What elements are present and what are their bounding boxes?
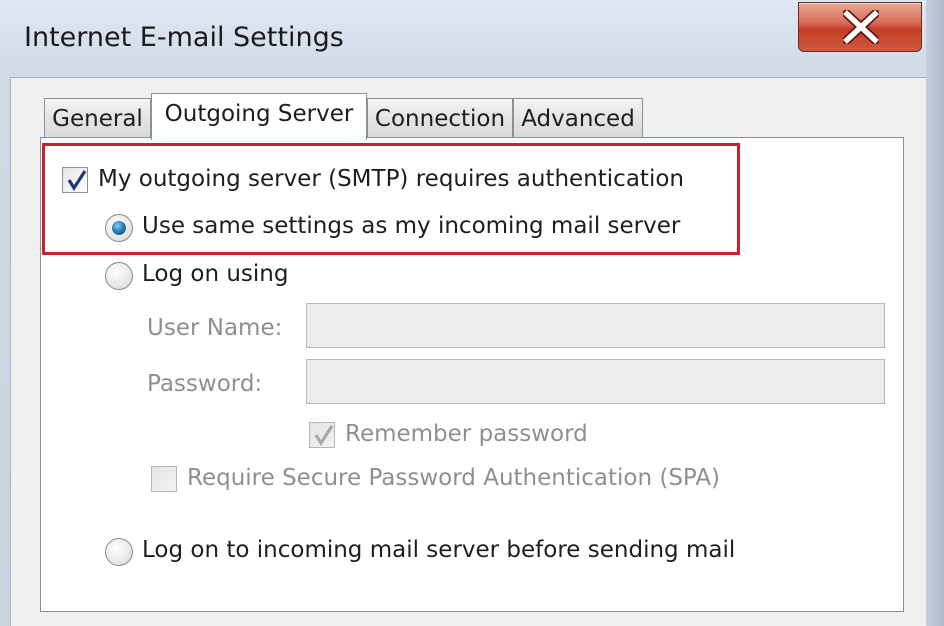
user-name-input[interactable]: [306, 303, 885, 348]
tab-advanced[interactable]: Advanced: [513, 98, 643, 139]
close-button[interactable]: [798, 2, 922, 52]
window-frame-edge: [926, 0, 944, 626]
checkmark-icon: [314, 425, 334, 446]
remember-password-checkbox[interactable]: [309, 422, 335, 448]
log-on-incoming-radio[interactable]: [105, 538, 133, 566]
remember-password-label: Remember password: [345, 421, 588, 447]
tab-outgoing-server[interactable]: Outgoing Server: [151, 93, 367, 140]
tab-general[interactable]: General: [44, 98, 151, 139]
smtp-auth-checkbox[interactable]: [62, 167, 88, 193]
close-icon: [843, 10, 879, 44]
spa-checkbox[interactable]: [151, 466, 177, 492]
user-name-label: User Name:: [147, 315, 283, 341]
log-on-incoming-label: Log on to incoming mail server before se…: [142, 537, 736, 563]
checkmark-icon: [67, 170, 87, 191]
tab-connection[interactable]: Connection: [367, 98, 513, 139]
window-title: Internet E-mail Settings: [24, 22, 344, 53]
spa-label: Require Secure Password Authentication (…: [187, 465, 721, 491]
radio-selected-dot: [112, 221, 126, 235]
use-same-settings-label: Use same settings as my incoming mail se…: [142, 213, 681, 239]
log-on-using-radio[interactable]: [105, 262, 133, 290]
use-same-settings-radio[interactable]: [105, 214, 133, 242]
log-on-using-label: Log on using: [142, 261, 289, 287]
password-label: Password:: [147, 371, 263, 397]
password-input[interactable]: [306, 359, 885, 404]
dialog-window: Internet E-mail Settings General Outgoin…: [0, 0, 944, 626]
smtp-auth-label: My outgoing server (SMTP) requires authe…: [98, 166, 684, 192]
